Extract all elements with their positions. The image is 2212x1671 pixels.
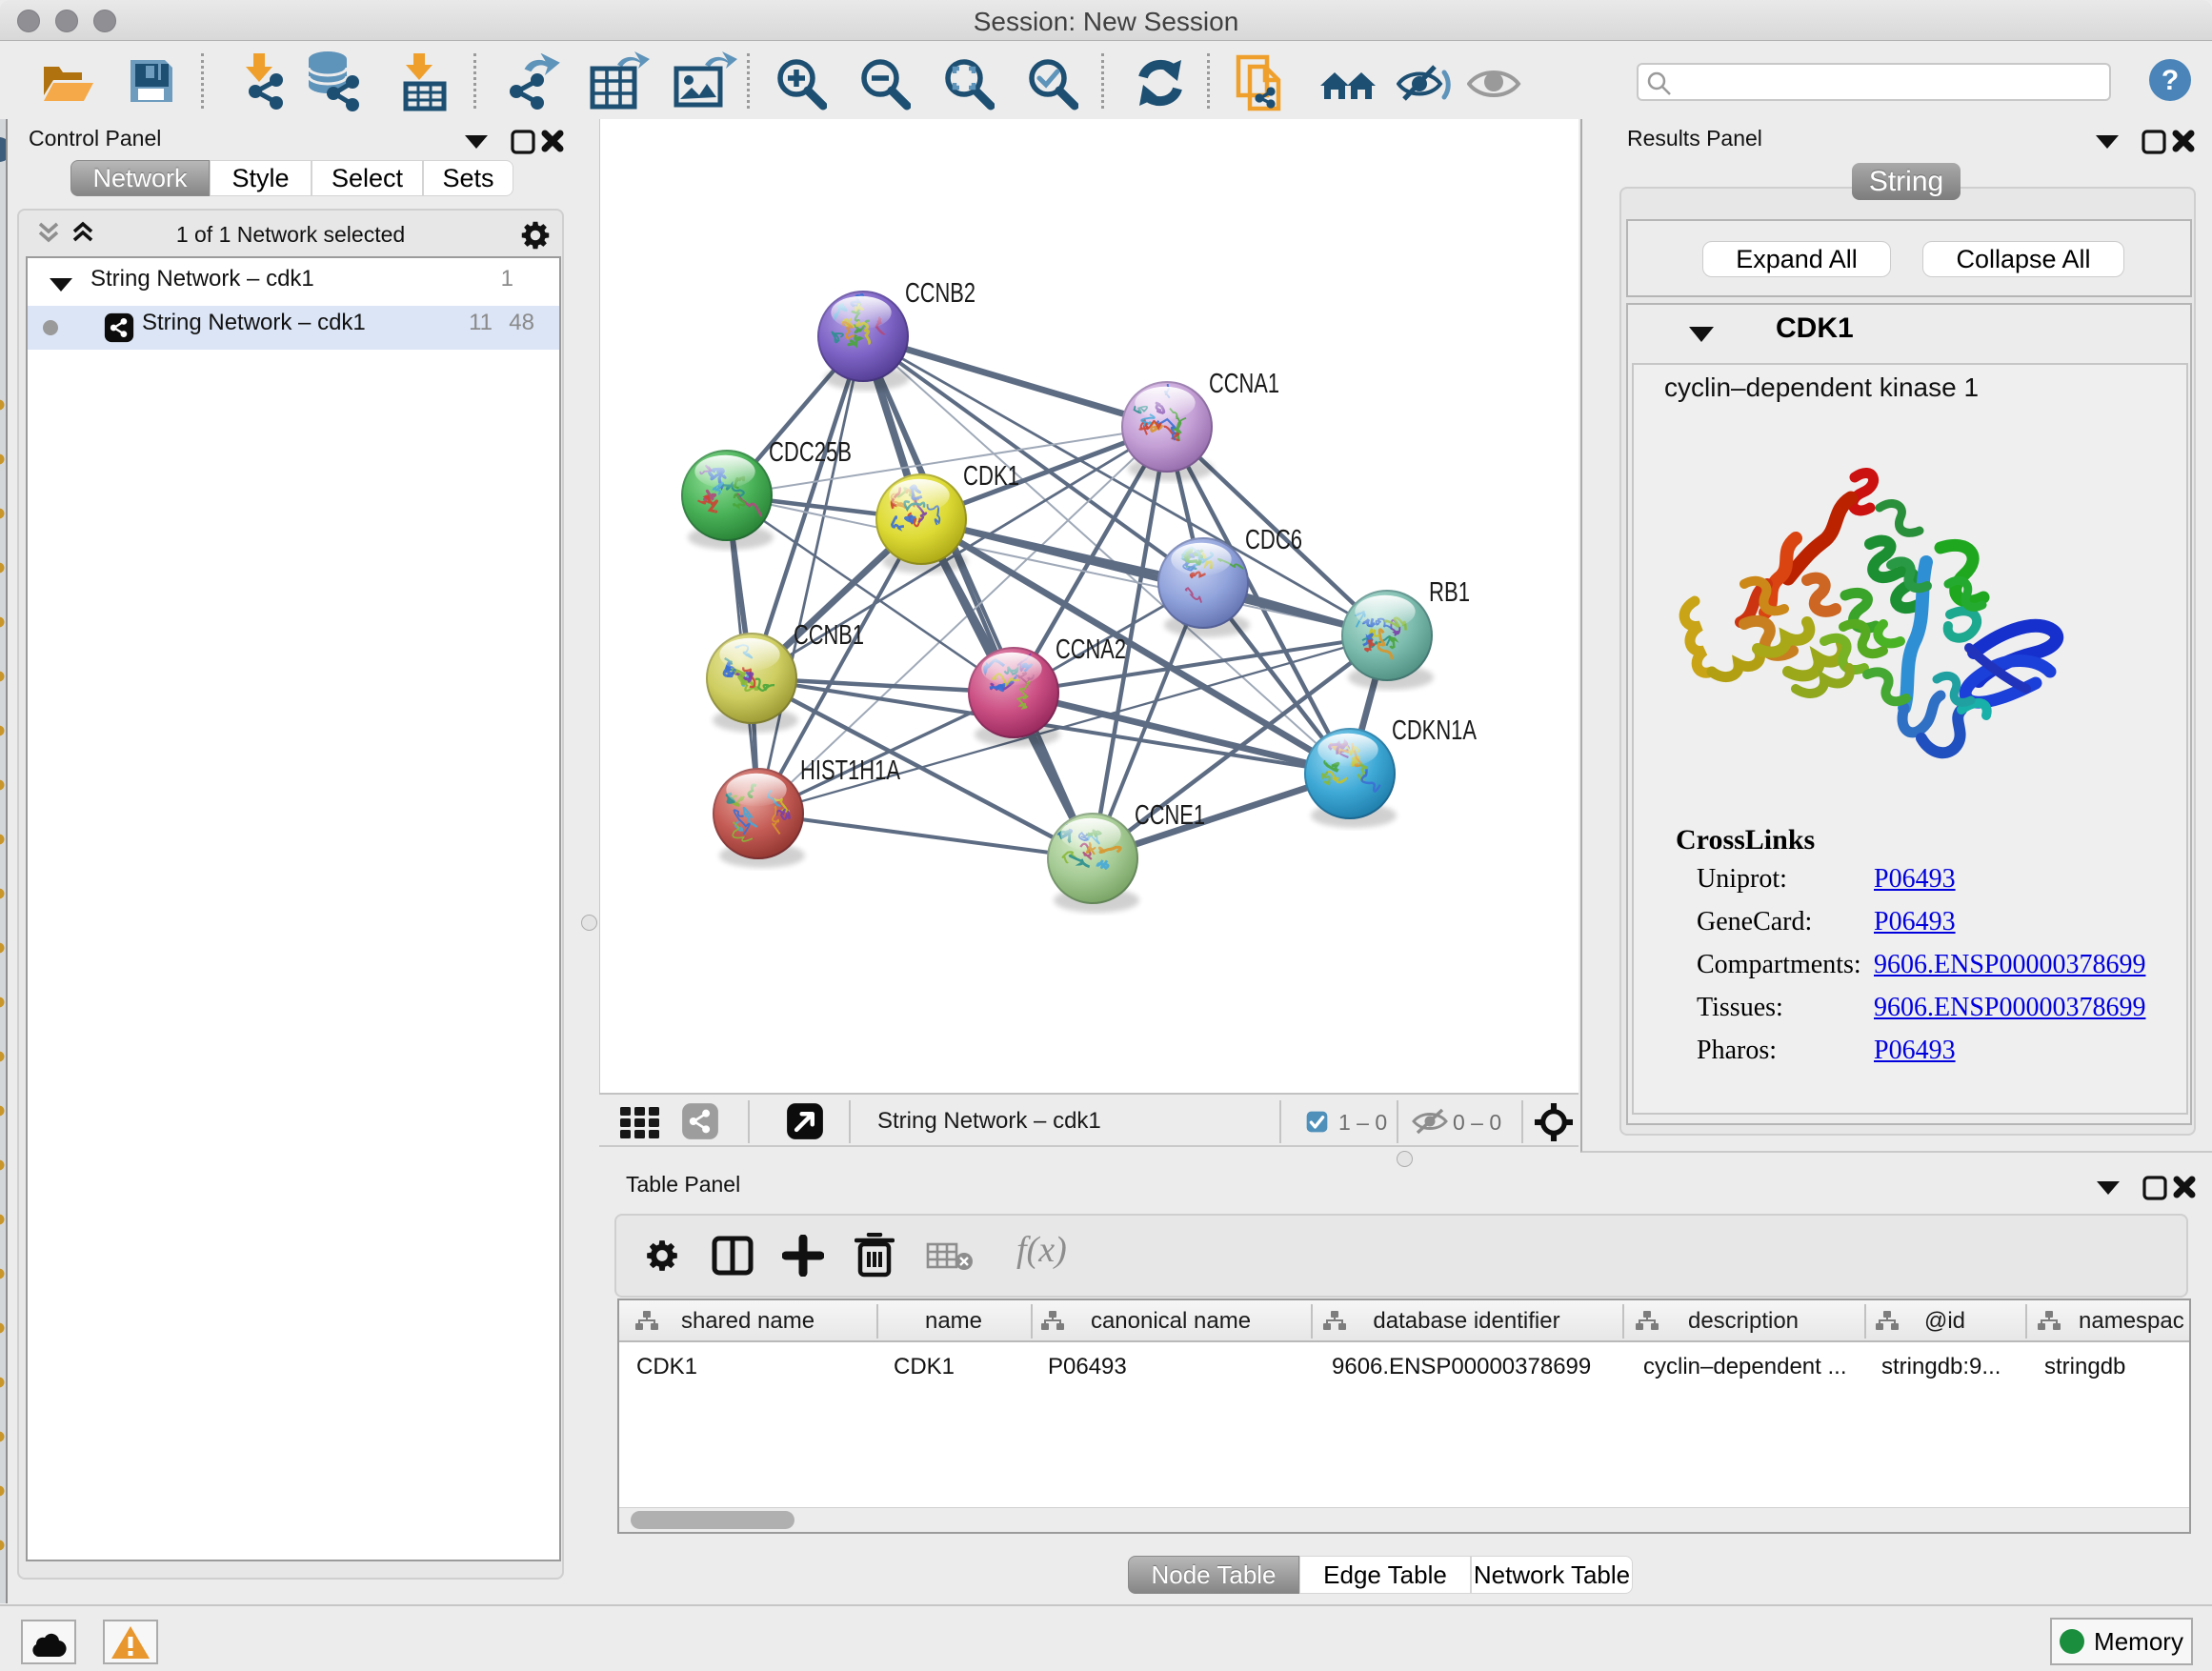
svg-text:CCNE1: CCNE1 [1135,800,1205,831]
svg-text:CDKN1A: CDKN1A [1392,715,1477,746]
svg-text:CCNB2: CCNB2 [905,278,975,309]
svg-text:CDC25B: CDC25B [769,437,852,468]
svg-text:RB1: RB1 [1429,577,1470,608]
svg-text:CCNA2: CCNA2 [1056,634,1126,665]
svg-text:CDK1: CDK1 [963,461,1019,492]
svg-text:?: ? [2162,65,2179,96]
svg-text:CDC6: CDC6 [1245,525,1302,555]
svg-text:CCNB1: CCNB1 [794,620,864,651]
svg-text:CCNA1: CCNA1 [1209,369,1279,399]
svg-text:HIST1H1A: HIST1H1A [800,755,900,786]
